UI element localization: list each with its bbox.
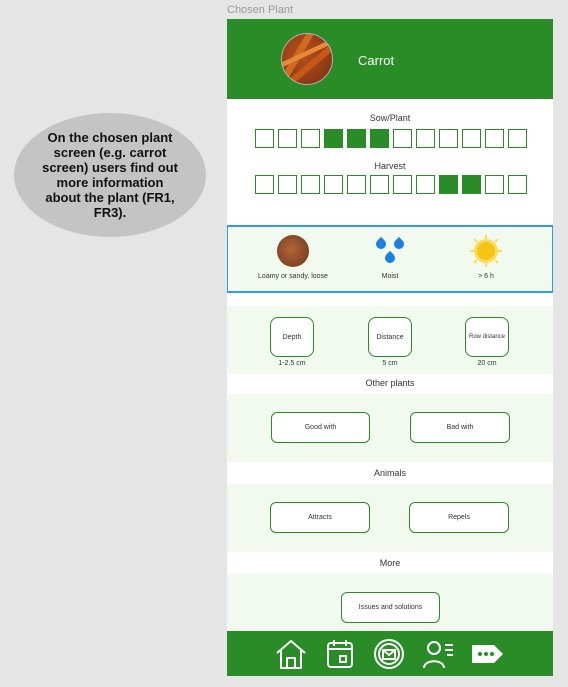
animals-band: Attracts Repels <box>227 484 553 552</box>
phone-screen: Carrot Sow/Plant Harvest Loamy or sandy,… <box>227 19 553 676</box>
plant-title: Carrot <box>358 53 395 68</box>
sow-calendar <box>255 129 527 148</box>
attracts-button[interactable]: Attracts <box>270 502 370 533</box>
harvest-month-4 <box>324 175 343 194</box>
more-tag-icon[interactable] <box>470 637 504 671</box>
water-drops-icon <box>373 235 407 267</box>
depth-value: 1-2.5 cm <box>278 360 306 367</box>
home-icon[interactable] <box>274 637 308 671</box>
harvest-calendar <box>255 175 527 194</box>
frame-label: Chosen Plant <box>227 4 294 16</box>
soil-condition: Loamy or sandy, loose <box>243 235 343 280</box>
sow-month-11 <box>485 129 504 148</box>
harvest-month-3 <box>301 175 320 194</box>
harvest-month-1 <box>255 175 274 194</box>
annotation-bubble: On the chosen plant screen (e.g. carrot … <box>14 113 206 237</box>
row-distance-value: 20 cm <box>477 360 497 367</box>
sun-condition: > 6 h <box>436 235 536 280</box>
depth-button[interactable]: Depth <box>270 317 314 357</box>
good-with-button[interactable]: Good with <box>271 412 370 443</box>
plant-header: Carrot <box>227 19 553 99</box>
sow-month-7 <box>393 129 412 148</box>
other-plants-band: Good with Bad with <box>227 394 553 462</box>
sow-month-12 <box>508 129 527 148</box>
bad-with-button[interactable]: Bad with <box>410 412 510 443</box>
harvest-month-10 <box>462 175 481 194</box>
sow-month-3 <box>301 129 320 148</box>
harvest-month-7 <box>393 175 412 194</box>
repels-button[interactable]: Repels <box>409 502 509 533</box>
sun-label: > 6 h <box>478 273 494 280</box>
soil-icon <box>277 235 309 267</box>
plant-image <box>281 33 333 85</box>
calendar-icon[interactable] <box>323 637 357 671</box>
harvest-month-6 <box>370 175 389 194</box>
distance-value: 5 cm <box>382 360 398 367</box>
planting-info: Depth 1-2.5 cm Distance 5 cm Row distanc… <box>227 306 553 374</box>
more-band: Issues and solutions <box>227 574 553 631</box>
sow-month-8 <box>416 129 435 148</box>
sow-label: Sow/Plant <box>369 113 411 123</box>
harvest-month-8 <box>416 175 435 194</box>
animals-heading: Animals <box>373 468 406 478</box>
sow-month-2 <box>278 129 297 148</box>
sow-month-1 <box>255 129 274 148</box>
more-heading: More <box>379 558 401 568</box>
harvest-month-11 <box>485 175 504 194</box>
row-distance-button[interactable]: Row distance <box>465 317 509 357</box>
sun-icon <box>470 235 502 267</box>
harvest-month-12 <box>508 175 527 194</box>
water-condition: Moist <box>340 235 440 280</box>
sow-month-5 <box>347 129 366 148</box>
harvest-month-5 <box>347 175 366 194</box>
mail-icon[interactable] <box>372 637 406 671</box>
sow-month-9 <box>439 129 458 148</box>
harvest-month-2 <box>278 175 297 194</box>
growing-conditions[interactable]: Loamy or sandy, loose Moist > 6 h <box>227 225 553 293</box>
bottom-nav <box>227 631 553 676</box>
sow-month-10 <box>462 129 481 148</box>
sow-month-4 <box>324 129 343 148</box>
annotation-text: On the chosen plant screen (e.g. carrot … <box>42 130 178 220</box>
harvest-label: Harvest <box>374 161 406 171</box>
issues-solutions-button[interactable]: Issues and solutions <box>341 592 440 623</box>
other-plants-heading: Other plants <box>365 378 415 388</box>
harvest-month-9 <box>439 175 458 194</box>
profile-list-icon[interactable] <box>421 637 455 671</box>
soil-label: Loamy or sandy, loose <box>258 273 328 280</box>
sow-month-6 <box>370 129 389 148</box>
distance-button[interactable]: Distance <box>368 317 412 357</box>
water-label: Moist <box>381 273 399 280</box>
